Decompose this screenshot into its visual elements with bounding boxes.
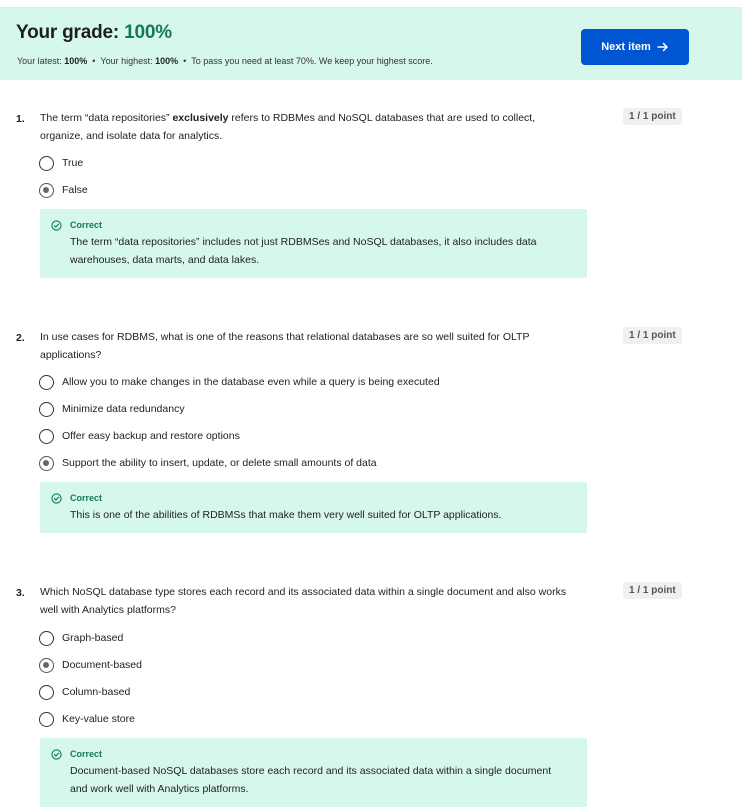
question-text: The term “data repositories” exclusively… [40,109,580,145]
option-label: Document-based [62,659,142,671]
grade-value: 100% [124,22,172,43]
radio-button[interactable] [39,374,54,390]
bullet-separator: • [183,56,187,66]
check-circle-icon [51,493,62,504]
option-key-value-store[interactable]: Key-value store [39,710,135,728]
option-label: Key-value store [62,713,135,725]
option-allow-changes[interactable]: Allow you to make changes in the databas… [39,373,440,391]
points-badge: 1 / 1 point [623,327,682,344]
grade-title: Your grade: 100% [16,22,172,44]
grade-meta: Your latest: 100% • Your highest: 100% • To … [17,56,433,66]
option-column-based[interactable]: Column-based [39,683,130,701]
option-label: Support the ability to insert, update, o… [62,457,377,469]
option-backup-restore[interactable]: Offer easy backup and restore options [39,427,240,445]
radio-button[interactable] [39,684,54,700]
radio-button[interactable] [39,428,54,444]
radio-button-selected[interactable] [39,657,54,673]
latest-value: 100% [64,56,88,66]
radio-button[interactable] [39,630,54,646]
option-label: True [62,157,84,169]
question-number: 1. [16,113,25,125]
next-item-button[interactable]: Next item [581,29,689,65]
option-label: Graph-based [62,632,124,644]
radio-button-selected[interactable] [39,182,54,198]
question-text: Which NoSQL database type stores each re… [40,586,567,616]
feedback-text: The term “data repositories” includes no… [70,236,537,266]
option-label: Column-based [62,686,131,698]
feedback-correct: Correct Document-based NoSQL databases s… [40,738,587,807]
radio-button[interactable] [39,155,54,171]
check-circle-icon [51,749,62,760]
option-false[interactable]: False [39,181,88,199]
option-label: Allow you to make changes in the databas… [62,376,440,388]
grade-banner: Your grade: 100% Your latest: 100% • Your … [0,7,742,80]
latest-label: Your latest: [17,56,65,66]
option-minimize-redundancy[interactable]: Minimize data redundancy [39,400,185,418]
points-badge: 1 / 1 point [623,108,682,125]
bullet-separator: • [92,56,96,66]
option-label: Offer easy backup and restore options [62,430,240,442]
radio-button-selected[interactable] [39,455,54,471]
feedback-text: This is one of the abilities of RDBMSs t… [70,509,502,521]
question-number: 2. [16,332,25,344]
question-text-part: The term “data repositories” [40,112,173,124]
option-true[interactable]: True [39,154,83,172]
feedback-title: Correct [70,749,103,759]
option-document-based[interactable]: Document-based [39,656,142,674]
feedback-correct: Correct The term “data repositories” inc… [40,209,587,278]
radio-button[interactable] [39,401,54,417]
pass-note: To pass you need at least 70%. We keep y… [191,56,433,66]
feedback-title: Correct [70,220,103,230]
radio-button[interactable] [39,711,54,727]
check-circle-icon [51,220,62,231]
option-label: False [62,184,88,196]
next-item-label: Next item [601,41,651,53]
question-number: 3. [16,587,25,599]
option-graph-based[interactable]: Graph-based [39,629,123,647]
arrow-right-icon [657,42,668,52]
points-badge: 1 / 1 point [623,582,682,599]
feedback-correct: Correct This is one of the abilities of … [40,482,587,533]
grade-label: Your grade: [16,22,125,43]
question-text: In use cases for RDBMS, what is one of t… [40,331,530,361]
option-insert-update-delete[interactable]: Support the ability to insert, update, o… [39,454,377,472]
feedback-text: Document-based NoSQL databases store eac… [70,765,552,795]
question-text-emphasis: exclusively [172,112,229,124]
feedback-title: Correct [70,493,103,503]
highest-label: Your highest: [100,56,156,66]
highest-value: 100% [155,56,179,66]
option-label: Minimize data redundancy [62,403,185,415]
